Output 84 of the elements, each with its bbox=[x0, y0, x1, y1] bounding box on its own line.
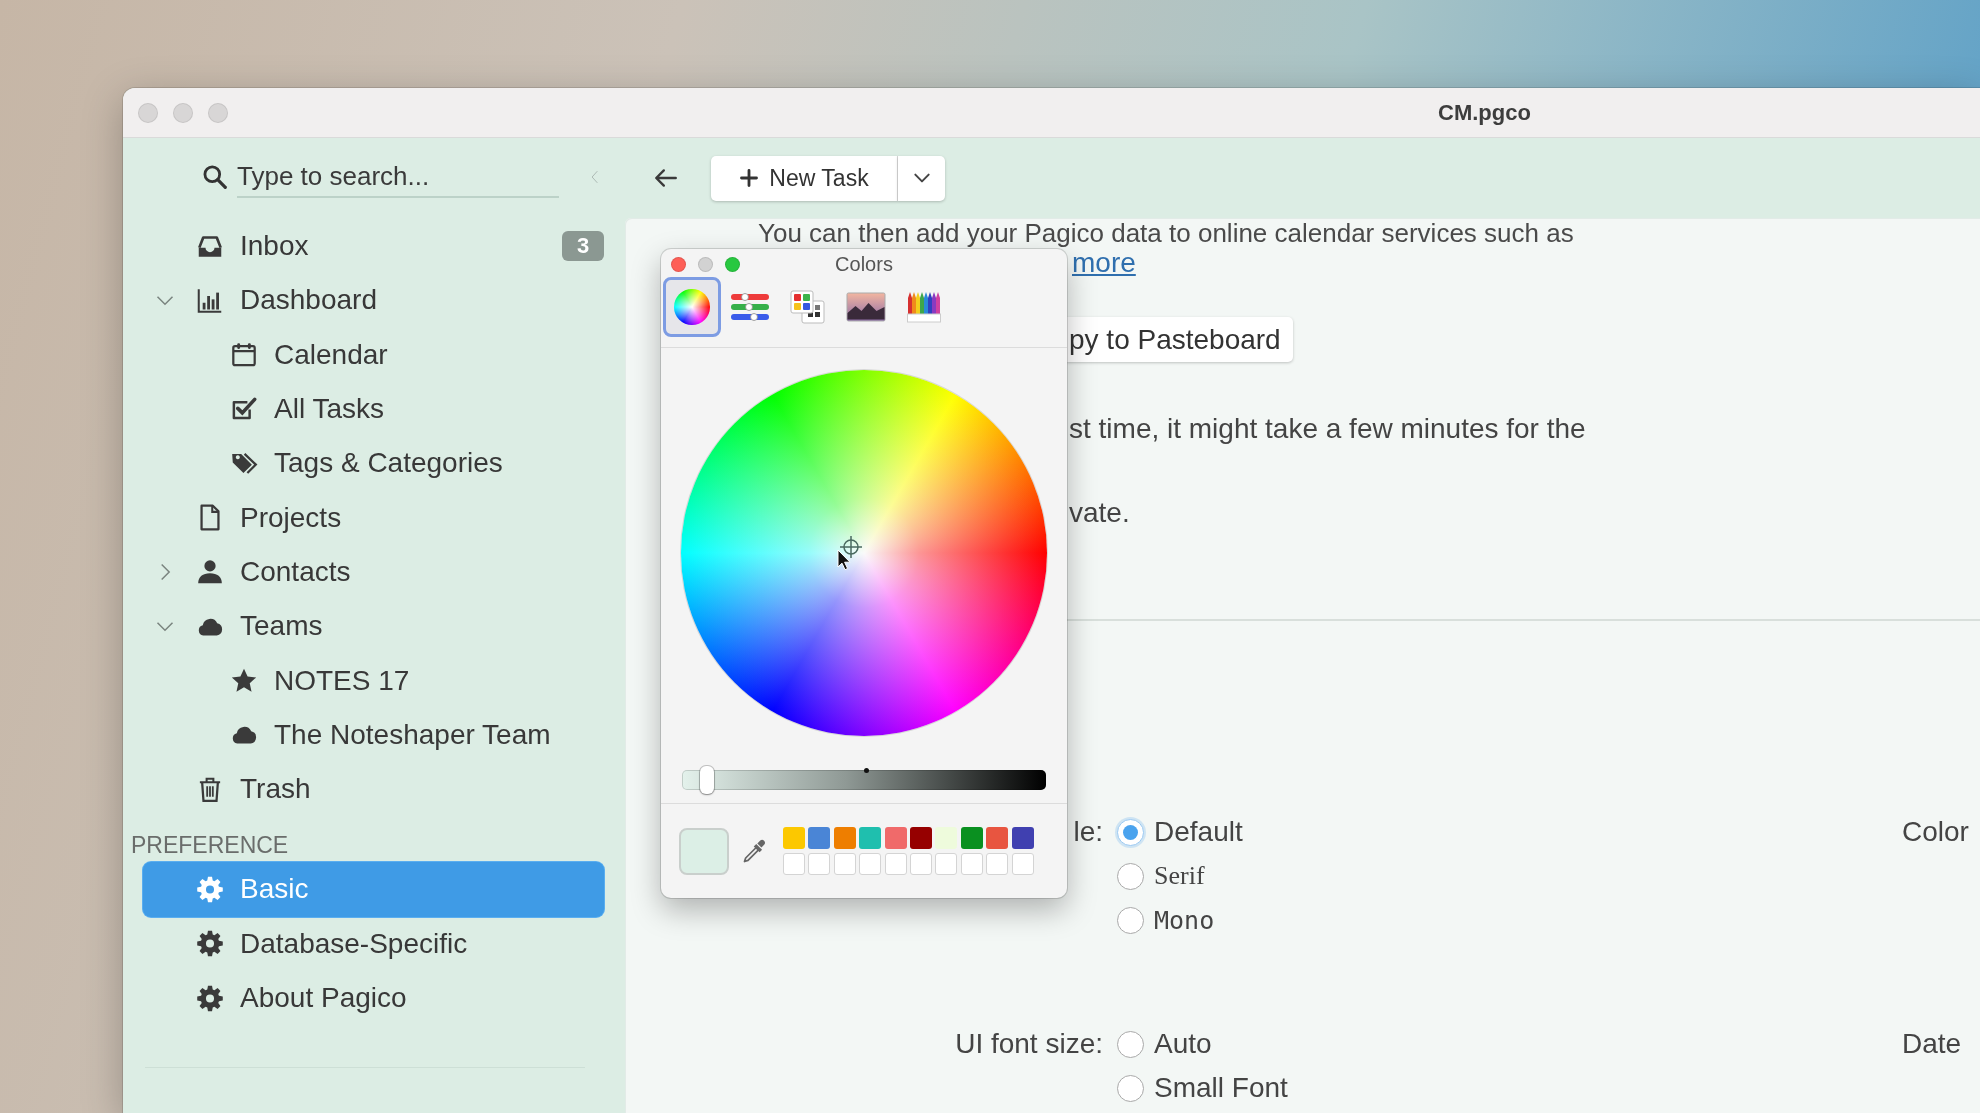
setting-label: UI font size: bbox=[955, 1027, 1103, 1061]
swatch-slot[interactable] bbox=[935, 853, 958, 875]
sidebar-item[interactable]: About Pagico bbox=[143, 970, 604, 1026]
brightness-slider[interactable] bbox=[682, 766, 1046, 794]
radio-button[interactable] bbox=[1117, 906, 1144, 934]
radio-button[interactable] bbox=[1117, 862, 1144, 890]
color-swatch[interactable] bbox=[935, 827, 958, 849]
sidebar-item[interactable]: The Noteshaper Team bbox=[229, 707, 604, 762]
color-mode-tab[interactable] bbox=[663, 277, 721, 337]
plus-icon bbox=[739, 168, 760, 188]
dropdown-button[interactable] bbox=[898, 155, 945, 201]
new-task-button[interactable]: New Task bbox=[711, 155, 898, 201]
swatch-slot[interactable] bbox=[960, 853, 983, 875]
paragraph-text: You can then add your Pagico data to online calendar services such as bbox=[758, 218, 1574, 248]
window-title: CM.pgco bbox=[1438, 99, 1531, 126]
gear-icon bbox=[195, 875, 225, 903]
sidebar-item[interactable]: Projects bbox=[195, 490, 604, 545]
section-header: PREFERENCE bbox=[131, 832, 289, 859]
crosshair-icon bbox=[839, 535, 863, 559]
swatch-slot[interactable] bbox=[833, 853, 856, 875]
setting-label: Color bbox=[1902, 815, 1969, 849]
swatch-slot[interactable] bbox=[808, 853, 831, 875]
color-swatch[interactable] bbox=[808, 827, 831, 849]
minimize-button[interactable] bbox=[173, 102, 193, 123]
pasteboard-button[interactable]: py to Pasteboard bbox=[1067, 317, 1293, 362]
color-swatch[interactable] bbox=[884, 827, 907, 849]
swatch-slot[interactable] bbox=[859, 853, 882, 875]
zoom-button[interactable] bbox=[208, 102, 228, 123]
panel-title: Colors bbox=[835, 251, 893, 276]
count-badge: 3 bbox=[562, 231, 604, 262]
person-icon bbox=[195, 558, 225, 586]
search-icon bbox=[202, 164, 228, 190]
swatch-slot[interactable] bbox=[909, 853, 932, 875]
gear-icon bbox=[195, 930, 225, 958]
sidebar-item[interactable]: Dashboard bbox=[195, 273, 604, 328]
color-swatch[interactable] bbox=[960, 827, 983, 849]
minimize-button[interactable] bbox=[698, 256, 713, 272]
sidebar-item[interactable]: NOTES 17 bbox=[229, 653, 604, 708]
swatch-slot[interactable] bbox=[986, 853, 1009, 875]
radio-button[interactable] bbox=[1117, 1030, 1144, 1058]
paragraph-text: st time, it might take a few minutes for the bbox=[1069, 412, 1586, 446]
sidebar-item[interactable]: Tags & Categories bbox=[229, 436, 604, 491]
star-icon bbox=[229, 667, 259, 694]
slider-thumb[interactable] bbox=[700, 766, 715, 794]
search-field[interactable]: Type to search... bbox=[237, 156, 559, 198]
close-button[interactable] bbox=[138, 102, 158, 123]
sidebar-item[interactable]: Database-Specific bbox=[143, 916, 604, 971]
landscape-image-icon bbox=[846, 292, 886, 322]
gear-icon bbox=[195, 984, 225, 1012]
color-swatch[interactable] bbox=[859, 827, 882, 849]
zoom-button[interactable] bbox=[725, 256, 740, 272]
sidebar-item[interactable]: Calendar bbox=[229, 327, 604, 382]
sidebar-item[interactable]: Inbox 3 bbox=[195, 219, 604, 274]
swatch-slot[interactable] bbox=[1011, 853, 1034, 875]
option-label: Mono bbox=[1154, 905, 1215, 935]
setting-label: le: bbox=[1073, 815, 1103, 849]
more-link[interactable]: more bbox=[1072, 247, 1136, 278]
sidebar-item[interactable]: Trash bbox=[195, 761, 604, 817]
sidebar-item[interactable]: Teams bbox=[195, 599, 604, 654]
sidebar-item[interactable]: All Tasks bbox=[229, 381, 604, 437]
color-swatch[interactable] bbox=[833, 827, 856, 849]
current-color-well[interactable] bbox=[679, 827, 729, 875]
option-label: Auto bbox=[1154, 1028, 1212, 1060]
color-swatch[interactable] bbox=[783, 827, 805, 849]
color-swatch[interactable] bbox=[1011, 827, 1034, 849]
color-swatch[interactable] bbox=[909, 827, 932, 849]
radio-button[interactable] bbox=[1117, 1074, 1144, 1102]
mouse-pointer-icon bbox=[837, 549, 851, 571]
option-label: Serif bbox=[1154, 861, 1205, 891]
radio-button[interactable] bbox=[1117, 818, 1144, 846]
option-label: Small Font bbox=[1154, 1072, 1288, 1104]
paragraph-text: vate. bbox=[1069, 496, 1130, 530]
color-palette-icon bbox=[790, 290, 826, 324]
close-button[interactable] bbox=[671, 256, 686, 272]
color-wheel-icon bbox=[674, 289, 710, 325]
sidebar-item[interactable]: Contacts bbox=[195, 544, 604, 600]
swatch-slot[interactable] bbox=[884, 853, 907, 875]
option-label: Default bbox=[1154, 816, 1243, 848]
color-swatch[interactable] bbox=[986, 827, 1009, 849]
colored-pencils-icon bbox=[907, 291, 941, 323]
swatch-slot[interactable] bbox=[783, 853, 805, 875]
sliders-icon bbox=[730, 292, 770, 322]
calendar-icon bbox=[229, 341, 259, 369]
setting-label: Date bbox=[1902, 1027, 1962, 1061]
